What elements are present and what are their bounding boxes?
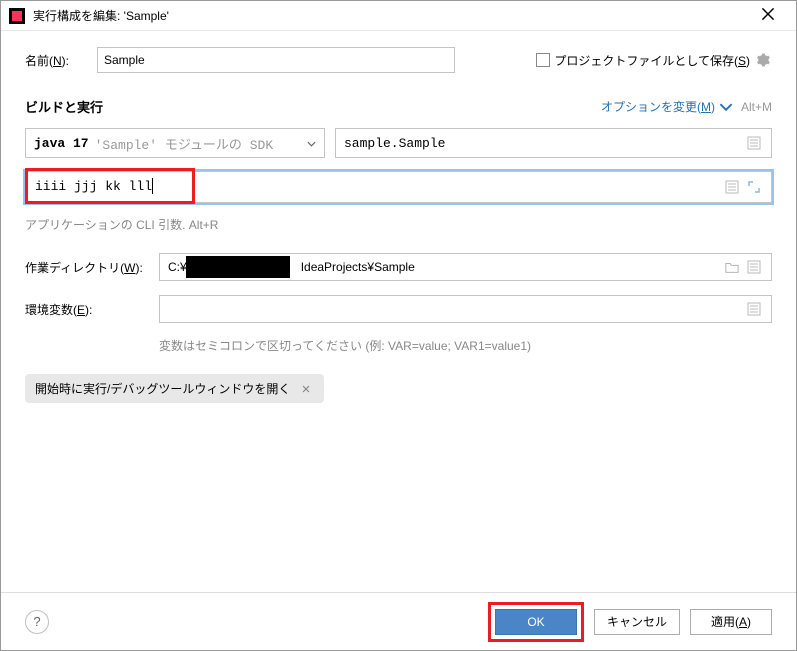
cli-args-row: iiii jjj kk lll xyxy=(25,168,772,208)
change-options-link[interactable]: オプションを変更(M) xyxy=(601,98,733,115)
workdir-label: 作業ディレクトリ(W): xyxy=(25,259,159,276)
chevron-down-icon xyxy=(307,136,316,151)
tag-label: 開始時に実行/デバッグツールウィンドウを開く xyxy=(35,380,290,397)
expand-icon[interactable] xyxy=(745,178,763,196)
env-label: 環境変数(E): xyxy=(25,301,159,318)
cli-highlight-box: iiii jjj kk lll xyxy=(25,168,195,204)
workdir-input[interactable]: C:¥ IdeaProjects¥Sample xyxy=(159,253,772,281)
sdk-module: 'Sample' モジュールの SDK xyxy=(95,134,274,153)
help-button[interactable]: ? xyxy=(25,610,49,634)
list-icon[interactable] xyxy=(745,300,763,318)
main-class-value: sample.Sample xyxy=(344,136,741,151)
workdir-value-pre: C:¥ xyxy=(168,260,187,274)
save-as-project-file: プロジェクトファイルとして保存(S) xyxy=(536,51,772,69)
build-run-title: ビルドと実行 xyxy=(25,97,103,116)
gear-icon[interactable] xyxy=(754,51,772,69)
apply-button[interactable]: 適用(A) xyxy=(690,609,772,635)
ok-button[interactable]: OK xyxy=(495,609,577,635)
cancel-button[interactable]: キャンセル xyxy=(594,609,680,635)
workdir-row: 作業ディレクトリ(W): C:¥ IdeaProjects¥Sample xyxy=(25,253,772,281)
folder-icon[interactable] xyxy=(723,258,741,276)
close-button[interactable] xyxy=(748,7,788,24)
name-label: 名前(N): xyxy=(25,52,97,69)
title-bar: 実行構成を編集: 'Sample' xyxy=(1,1,796,31)
save-project-checkbox[interactable] xyxy=(536,53,550,67)
name-input[interactable] xyxy=(97,47,455,73)
name-row: 名前(N): プロジェクトファイルとして保存(S) xyxy=(25,47,772,73)
main-class-input[interactable]: sample.Sample xyxy=(335,128,772,158)
sdk-mainclass-row: java 17 'Sample' モジュールの SDK sample.Sampl… xyxy=(25,128,772,158)
open-tool-window-tag: 開始時に実行/デバッグツールウィンドウを開く xyxy=(25,374,324,403)
cli-args-value: iiii jjj kk lll xyxy=(35,179,152,194)
list-icon[interactable] xyxy=(745,134,763,152)
list-icon[interactable] xyxy=(745,258,763,276)
env-input[interactable] xyxy=(159,295,772,323)
text-caret xyxy=(152,178,153,194)
ok-highlight-box: OK xyxy=(488,602,584,642)
close-icon xyxy=(302,385,310,393)
remove-tag-button[interactable] xyxy=(298,381,314,397)
intellij-icon xyxy=(9,8,25,24)
env-row: 環境変数(E): xyxy=(25,295,772,323)
sdk-select[interactable]: java 17 'Sample' モジュールの SDK xyxy=(25,128,325,158)
workdir-value-post: IdeaProjects¥Sample xyxy=(301,260,415,274)
question-icon: ? xyxy=(33,614,40,629)
cli-hint: アプリケーションの CLI 引数. Alt+R xyxy=(25,216,772,233)
list-icon[interactable] xyxy=(723,178,741,196)
build-run-header: ビルドと実行 オプションを変更(M) Alt+M xyxy=(25,97,772,116)
chevron-down-icon xyxy=(719,100,733,114)
save-project-label: プロジェクトファイルとして保存(S) xyxy=(554,52,750,69)
change-options-hint: Alt+M xyxy=(741,100,772,114)
redacted-block xyxy=(186,256,290,278)
dialog-footer: ? OK キャンセル 適用(A) xyxy=(1,592,796,650)
window-title: 実行構成を編集: 'Sample' xyxy=(33,7,748,24)
env-hint: 変数はセミコロンで区切ってください (例: VAR=value; VAR1=va… xyxy=(159,337,772,354)
close-icon xyxy=(761,7,775,21)
sdk-version: java 17 xyxy=(34,136,89,151)
